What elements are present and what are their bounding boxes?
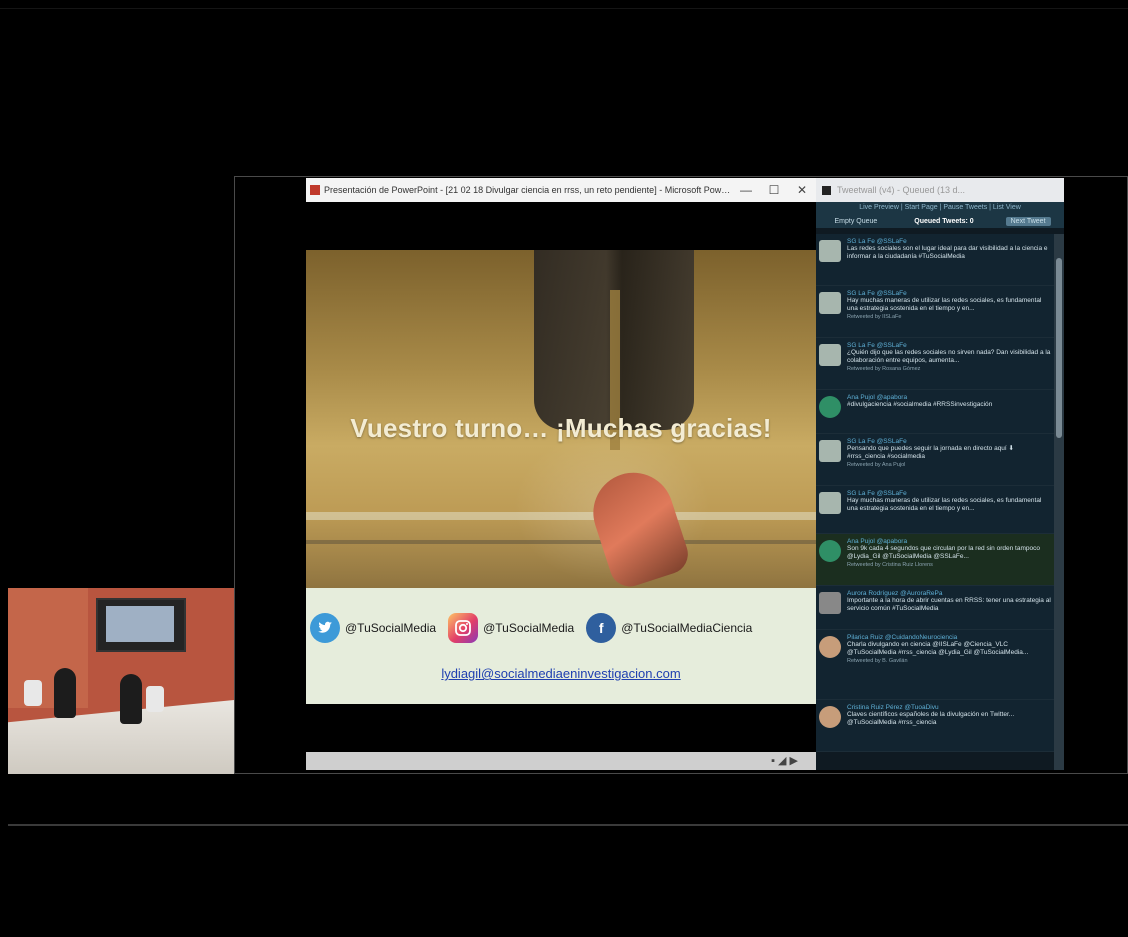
tweet-item[interactable]: Ana Pujol @apabora Son 9k cada 4 segundo… xyxy=(816,534,1054,586)
tweet-meta: Retweeted by Ana Pujol xyxy=(847,462,906,468)
avatar xyxy=(819,292,841,314)
tweet-text: Charla divulgando en ciencia @IISLaFe @C… xyxy=(847,641,1029,656)
tweetwall-window-title: Tweetwall (v4) - Queued (13 d... xyxy=(837,185,966,195)
tweet-text: Hay muchas maneras de utilizar las redes… xyxy=(847,297,1042,312)
avatar xyxy=(819,396,841,418)
powerpoint-window-title: Presentación de PowerPoint - [21 02 18 D… xyxy=(324,185,732,195)
tweet-meta: Retweeted by Cristina Ruiz Llorens xyxy=(847,562,933,568)
frame-border xyxy=(0,8,1128,9)
tweet-text: ¿Quién dijo que las redes sociales no si… xyxy=(847,349,1051,364)
tweet-text: Importante a la hora de abrir cuentas en… xyxy=(847,597,1051,612)
tweet-text: Claves científicos españoles de la divul… xyxy=(847,711,1015,726)
tweetwall-app-icon xyxy=(822,185,831,195)
slide-heading: Vuestro turno… ¡Muchas gracias! xyxy=(350,413,772,443)
empty-queue-button[interactable]: Empty Queue xyxy=(829,217,882,226)
avatar xyxy=(819,440,841,462)
tweet-user: Ana Pujol @apabora xyxy=(847,394,908,401)
powerpoint-icon xyxy=(310,185,320,195)
tweet-item[interactable]: Aurora Rodríguez @AuroraRePa Importante … xyxy=(816,586,1054,630)
powerpoint-statusbar: ▪ ◢ ▶ xyxy=(306,752,816,770)
tweet-user: SG La Fe @SSLaFe xyxy=(847,290,907,297)
contact-email-link[interactable]: lydiagil@socialmediaeninvestigacion.com xyxy=(306,666,816,681)
avatar xyxy=(819,540,841,562)
tweetwall-window: Tweetwall (v4) - Queued (13 d... Live Pr… xyxy=(816,178,1064,770)
tweet-text: Pensando que puedes seguir la jornada en… xyxy=(847,445,1014,460)
tweet-item[interactable]: Cristina Ruiz Pérez @TuoaDivu Claves cie… xyxy=(816,700,1054,752)
view-mode-icons[interactable]: ▪ ◢ ▶ xyxy=(771,754,798,767)
photo-railing-lower xyxy=(306,540,816,544)
tweet-user: SG La Fe @SSLaFe xyxy=(847,342,907,349)
avatar xyxy=(819,636,841,658)
avatar xyxy=(819,592,841,614)
instagram-handle: @TuSocialMedia xyxy=(483,621,575,635)
tweetwall-titlebar[interactable]: Tweetwall (v4) - Queued (13 d... xyxy=(816,178,1064,202)
next-tweet-button[interactable]: Next Tweet xyxy=(1005,216,1051,226)
tweet-user: SG La Fe @SSLaFe xyxy=(847,490,907,497)
scrollbar-thumb[interactable] xyxy=(1056,258,1062,438)
webcam-video xyxy=(8,588,234,774)
powerpoint-titlebar[interactable]: Presentación de PowerPoint - [21 02 18 D… xyxy=(306,178,816,202)
facebook-handle: @TuSocialMediaCiencia xyxy=(621,621,753,635)
tweet-item[interactable]: SG La Fe @SSLaFe Pensando que puedes seg… xyxy=(816,434,1054,486)
social-handles-row: @TuSocialMedia @TuSocialMedia f @TuSocia… xyxy=(310,612,816,644)
tweet-item[interactable]: SG La Fe @SSLaFe Hay muchas maneras de u… xyxy=(816,286,1054,338)
tweet-list: SG La Fe @SSLaFe Las redes sociales son … xyxy=(816,234,1054,752)
tweet-item[interactable]: SG La Fe @SSLaFe Hay muchas maneras de u… xyxy=(816,486,1054,534)
tweet-meta: Retweeted by B. Gavilán xyxy=(847,658,908,664)
webcam-person xyxy=(54,668,76,718)
tweet-list-scrollbar[interactable] xyxy=(1054,234,1064,770)
tweet-user: Ana Pujol @apabora xyxy=(847,538,908,545)
facebook-icon: f xyxy=(586,613,617,643)
webcam-person xyxy=(120,674,142,724)
tweetwall-toolbar[interactable]: Live Preview | Start Page | Pause Tweets… xyxy=(816,202,1064,214)
photo-railing xyxy=(306,512,816,520)
tweet-meta: Retweeted by Rosana Gómez xyxy=(847,366,921,372)
webcam-room-screen-content xyxy=(106,606,174,642)
photo-shoe xyxy=(582,462,694,592)
bottom-divider xyxy=(8,824,1128,826)
tweetwall-tabs: Empty Queue Queued Tweets: 0 Next Tweet xyxy=(816,214,1064,228)
tweet-meta: Retweeted by IISLaFe xyxy=(847,314,902,320)
presentation-slide: Vuestro turno… ¡Muchas gracias! @TuSocia… xyxy=(306,250,816,704)
tweet-item[interactable]: SG La Fe @SSLaFe Las redes sociales son … xyxy=(816,234,1054,286)
avatar xyxy=(819,344,841,366)
avatar xyxy=(819,240,841,262)
powerpoint-window: Presentación de PowerPoint - [21 02 18 D… xyxy=(306,178,816,770)
facebook-item: f @TuSocialMediaCiencia xyxy=(586,613,752,643)
webcam-room-screen xyxy=(96,598,186,652)
twitter-item: @TuSocialMedia xyxy=(310,613,436,643)
tweet-text: Las redes sociales son el lugar ideal pa… xyxy=(847,245,1048,260)
instagram-icon xyxy=(448,613,479,643)
tweet-user: Pilarica Ruiz @CuidandoNeurociencia xyxy=(847,634,958,641)
twitter-handle: @TuSocialMedia xyxy=(345,621,437,635)
webcam-chair xyxy=(24,680,42,706)
tweet-text: #divulgaciencia #socialmedia #RRSSinvest… xyxy=(847,401,993,408)
slide-footer: @TuSocialMedia @TuSocialMedia f @TuSocia… xyxy=(306,588,816,704)
instagram-item: @TuSocialMedia xyxy=(448,613,574,643)
tweet-item[interactable]: SG La Fe @SSLaFe ¿Quién dijo que las red… xyxy=(816,338,1054,390)
avatar xyxy=(819,706,841,728)
webcam-chair xyxy=(146,686,164,712)
tweet-item[interactable]: Ana Pujol @apabora #divulgaciencia #soci… xyxy=(816,390,1054,434)
tweet-user: SG La Fe @SSLaFe xyxy=(847,238,907,245)
tweet-user: Aurora Rodríguez @AuroraRePa xyxy=(847,590,943,597)
minimize-button[interactable]: — xyxy=(732,183,760,197)
avatar xyxy=(819,492,841,514)
webcam-wall xyxy=(8,588,88,708)
queued-tweets-tab[interactable]: Queued Tweets: 0 xyxy=(909,217,978,226)
tweet-item[interactable]: Pilarica Ruiz @CuidandoNeurociencia Char… xyxy=(816,630,1054,700)
tweet-text: Son 9k cada 4 segundos que circulan por … xyxy=(847,545,1040,560)
tweet-user: Cristina Ruiz Pérez @TuoaDivu xyxy=(847,704,939,711)
twitter-icon xyxy=(310,613,340,643)
maximize-button[interactable]: ☐ xyxy=(760,183,788,197)
tweet-user: SG La Fe @SSLaFe xyxy=(847,438,907,445)
tweet-text: Hay muchas maneras de utilizar las redes… xyxy=(847,497,1042,512)
close-button[interactable]: ✕ xyxy=(788,183,816,197)
